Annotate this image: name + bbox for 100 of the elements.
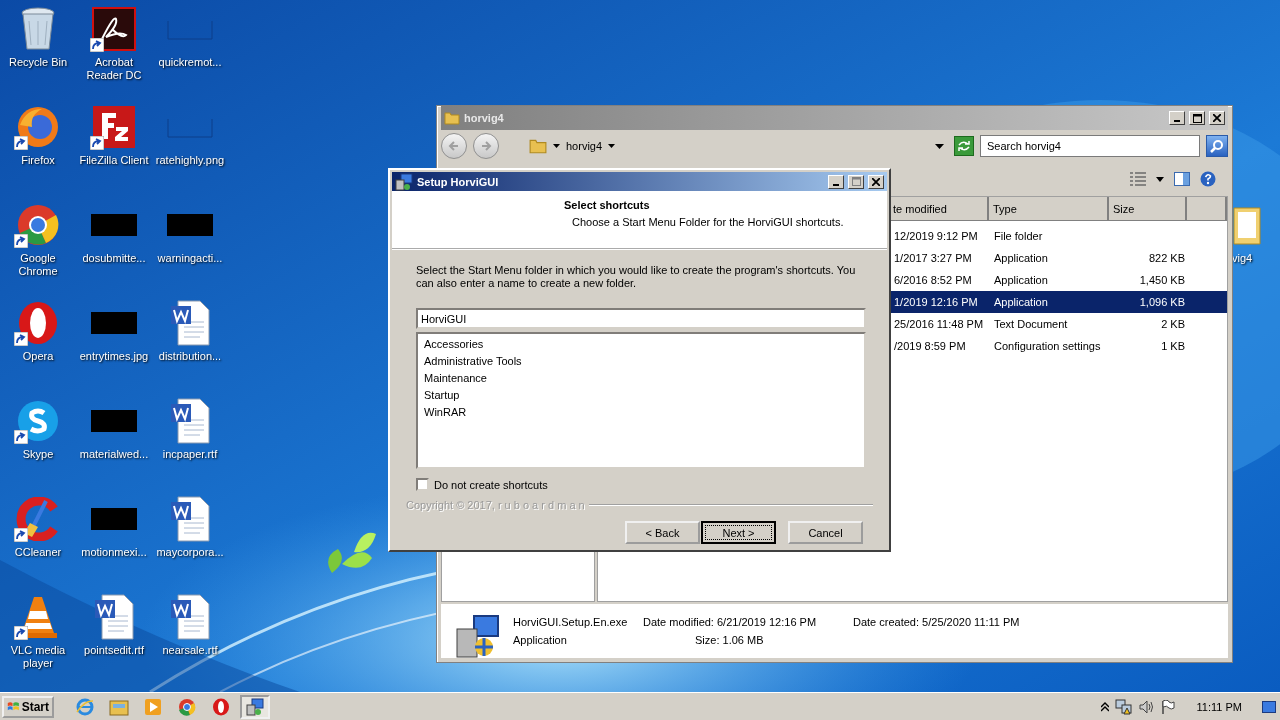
folder-list-item[interactable]: Accessories: [422, 336, 860, 353]
desktop-icon-label[interactable]: Google Chrome: [0, 252, 76, 278]
leaf-drawing: [328, 530, 378, 574]
document-icon: [170, 594, 210, 640]
table-cell-text: 1/2019 12:16 PM: [893, 296, 979, 308]
network-icon[interactable]: [1114, 698, 1133, 715]
minimize-button[interactable]: [828, 174, 844, 189]
installer-icon: [395, 172, 413, 191]
maximize-button[interactable]: [848, 174, 864, 189]
refresh-icon: [957, 140, 971, 152]
folder-list-item[interactable]: WinRAR: [422, 404, 860, 421]
table-cell-text: 1 KB: [1160, 340, 1186, 352]
folder-name-field[interactable]: HorviGUI: [416, 308, 866, 329]
close-icon: [872, 177, 880, 186]
search-button[interactable]: [1206, 135, 1228, 157]
redacted-thumbnail: [167, 214, 213, 236]
volume-icon[interactable]: [1138, 699, 1155, 714]
taskbar-button[interactable]: [240, 694, 270, 719]
cleaner-app-icon: [16, 497, 60, 541]
folder-list-item[interactable]: Startup: [422, 387, 860, 404]
document-icon: [170, 300, 210, 346]
caret-icon: [553, 144, 560, 148]
desktop-icon-label[interactable]: FileZilla Client: [76, 154, 152, 167]
flag-icon[interactable]: [1160, 699, 1175, 714]
desktop-icon-label[interactable]: materialwed...: [76, 448, 152, 461]
table-cell-text: Application: [993, 296, 1049, 308]
desktop-icon-label[interactable]: Acrobat Reader DC: [76, 56, 152, 82]
show-desktop-icon[interactable]: [1262, 700, 1276, 713]
desktop-icon-label[interactable]: Opera: [0, 350, 76, 363]
maximize-icon: [851, 177, 861, 186]
dialog-button[interactable]: Cancel: [788, 521, 863, 544]
maximize-button[interactable]: [1189, 111, 1205, 125]
folder-list-item[interactable]: Administrative Tools: [422, 353, 860, 370]
desktop-icon-label[interactable]: Skype: [0, 448, 76, 461]
column-header[interactable]: Type: [989, 197, 1109, 221]
file-type: Application: [513, 634, 568, 646]
column-header[interactable]: te modified: [889, 197, 989, 221]
desktop-icon-label[interactable]: Recycle Bin: [0, 56, 76, 69]
caret-icon: [608, 144, 616, 148]
show-hidden-icons-icon[interactable]: [1100, 701, 1109, 712]
chat-app-icon: [16, 399, 60, 443]
desktop-icon-label[interactable]: CCleaner: [0, 546, 76, 559]
clock[interactable]: 11:11 PM: [1196, 700, 1242, 713]
folder-icon: [1232, 206, 1262, 246]
browser-icon: [16, 203, 60, 247]
desktop-icon-label[interactable]: ratehighly.png: [152, 154, 228, 167]
dropdown-caret-icon[interactable]: [935, 143, 944, 149]
table-cell-text: Application: [993, 252, 1049, 264]
table-cell-text: 1,450 KB: [1138, 274, 1186, 286]
dialog-heading: Select shortcuts: [564, 199, 651, 211]
desktop-icon-label[interactable]: motionmexi...: [76, 546, 152, 559]
desktop-icon-label[interactable]: Firefox: [0, 154, 76, 167]
forward-button[interactable]: [473, 133, 499, 159]
installer-icon: [246, 697, 264, 716]
dialog-button[interactable]: Next >: [701, 521, 776, 544]
desktop-icon-label[interactable]: nearsale.rtf: [152, 644, 228, 657]
caret-icon[interactable]: [1156, 176, 1164, 182]
desktop-icon-label[interactable]: vig4: [1232, 252, 1262, 264]
desktop-icon-label[interactable]: distribution...: [152, 350, 228, 363]
window-title: horvig4: [464, 112, 505, 124]
breadcrumb[interactable]: horvig4: [566, 140, 603, 152]
desktop-icon-label[interactable]: entrytimes.jpg: [76, 350, 152, 363]
column-header[interactable]: Size: [1109, 197, 1187, 221]
folder-icon: [529, 137, 547, 155]
checkbox[interactable]: [416, 478, 429, 491]
search-icon: [1210, 139, 1224, 153]
folder-list-item[interactable]: Maintenance: [422, 370, 860, 387]
date-modified: Date modified: 6/21/2019 12:16 PM: [643, 616, 818, 628]
desktop-icon-label[interactable]: incpaper.rtf: [152, 448, 228, 461]
browser-icon: [178, 697, 196, 716]
checkbox-label: Do not create shortcuts: [434, 478, 548, 491]
table-cell-text: 1/2017 3:27 PM: [893, 252, 973, 264]
back-button[interactable]: [441, 133, 467, 159]
redacted-thumbnail: [91, 214, 137, 236]
desktop-icon-label[interactable]: pointsedit.rtf: [76, 644, 152, 657]
dialog-button[interactable]: < Back: [625, 521, 700, 544]
search-field[interactable]: Search horvig4: [980, 135, 1200, 157]
redacted-thumbnail: [91, 410, 137, 432]
document-icon: [170, 398, 210, 444]
desktop-icon-label[interactable]: quickremot...: [152, 56, 228, 69]
refresh-button[interactable]: [954, 136, 974, 156]
folder-icon: [444, 110, 460, 126]
minimize-button[interactable]: [1169, 111, 1185, 125]
installer-icon: [454, 613, 500, 659]
header-filler: [1187, 197, 1227, 221]
redacted-thumbnail: [91, 508, 137, 530]
desktop-icon-label[interactable]: warningacti...: [152, 252, 228, 265]
desktop-icon-label[interactable]: dosubmitte...: [76, 252, 152, 265]
start-button[interactable]: Start: [2, 695, 54, 718]
desktop-icon-label[interactable]: VLC media player: [0, 644, 76, 670]
file-name: HorviGUI.Setup.En.exe: [513, 616, 629, 628]
close-button[interactable]: [1209, 111, 1225, 125]
maximize-icon: [1192, 113, 1202, 123]
desktop-icon-label[interactable]: maycorpora...: [152, 546, 228, 559]
help-icon[interactable]: [1200, 171, 1216, 187]
close-button[interactable]: [868, 174, 884, 189]
table-cell-text: Text Document: [993, 318, 1069, 330]
table-cell-text: 12/2019 9:12 PM: [893, 230, 979, 242]
preview-pane-icon[interactable]: [1174, 172, 1190, 186]
table-cell-text: 2 KB: [1160, 318, 1186, 330]
